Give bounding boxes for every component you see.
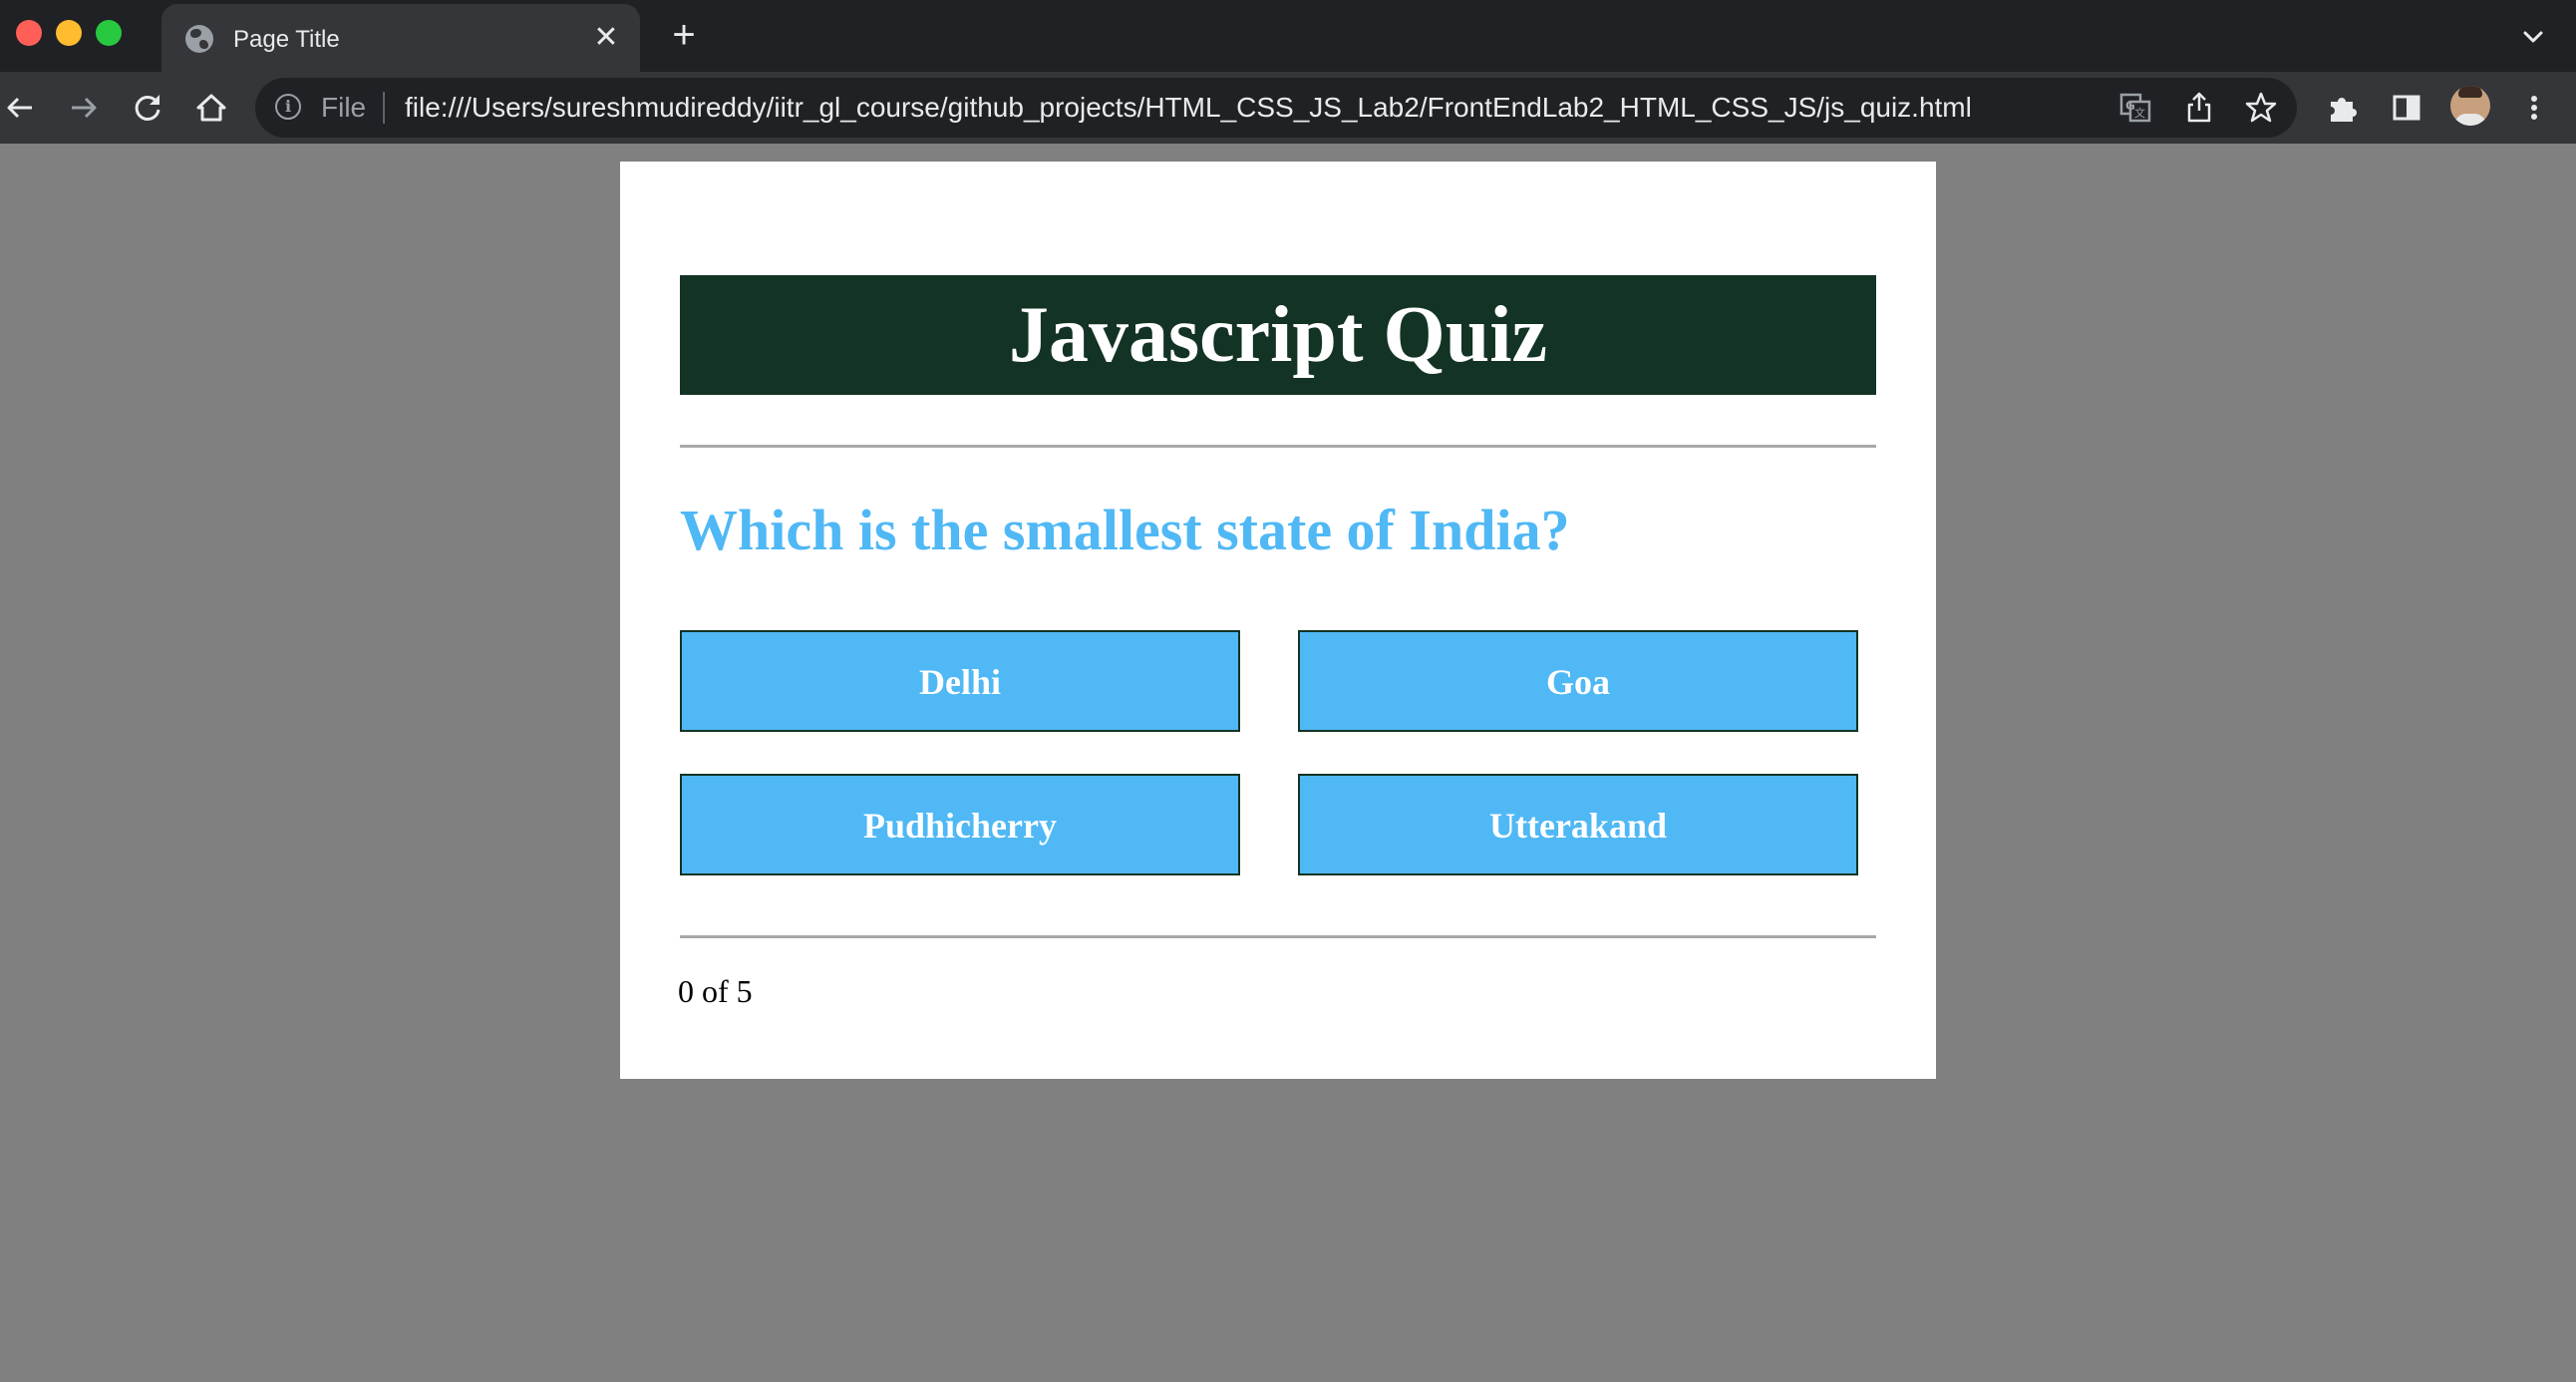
home-icon[interactable] [193,90,229,126]
tab-close-icon[interactable]: ✕ [590,22,622,54]
star-icon[interactable] [2243,90,2279,126]
url-text[interactable]: file:///Users/sureshmudireddy/iitr_gl_co… [405,92,1972,124]
option-button-delhi[interactable]: Delhi [680,630,1240,732]
footer-divider [680,935,1876,938]
option-button-utterakand[interactable]: Utterakand [1298,774,1858,875]
omnibox-divider [383,92,385,124]
puzzle-icon[interactable] [2325,90,2361,126]
profile-avatar[interactable] [2450,86,2490,126]
globe-icon [185,25,213,53]
quiz-container: Javascript Quiz Which is the smallest st… [620,162,1936,1079]
translate-icon[interactable]: G 文 [2117,90,2153,126]
question-text: Which is the smallest state of India? [680,498,1570,562]
chevron-down-icon[interactable] [2518,22,2548,52]
side-panel-icon[interactable] [2389,90,2424,126]
svg-text:文: 文 [2134,106,2145,120]
option-button-goa[interactable]: Goa [1298,630,1858,732]
tab-title: Page Title [233,26,340,53]
forward-arrow-icon[interactable] [66,90,102,126]
minimize-window-button[interactable] [56,20,82,46]
progress-text: 0 of 5 [678,973,753,1009]
scheme-label: File [321,92,367,123]
option-button-pudhicherry[interactable]: Pudhicherry [680,774,1240,875]
maximize-window-button[interactable] [96,20,122,46]
browser-toolbar: i File file:///Users/sureshmudireddy/iit… [0,72,2576,144]
info-icon[interactable]: i [275,94,301,120]
share-icon[interactable] [2181,90,2217,126]
quiz-title: Javascript Quiz [680,275,1876,395]
address-bar[interactable]: i File file:///Users/sureshmudireddy/iit… [255,78,2297,138]
header-divider [680,445,1876,448]
kebab-menu-icon[interactable] [2516,90,2552,126]
reload-icon[interactable] [130,90,165,126]
close-window-button[interactable] [16,20,42,46]
browser-tab-bar: Page Title ✕ + [0,0,2576,72]
back-arrow-icon[interactable] [2,90,38,126]
browser-tab[interactable]: Page Title ✕ [161,4,640,72]
new-tab-button[interactable]: + [664,15,704,56]
